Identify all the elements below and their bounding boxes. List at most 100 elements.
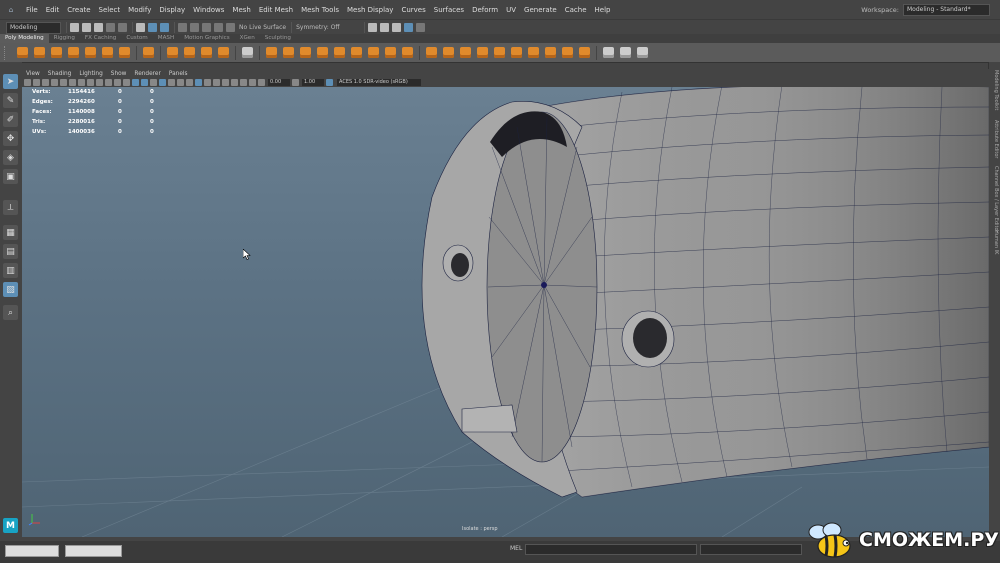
film-gate-icon[interactable]: [87, 79, 94, 86]
redo-icon[interactable]: [118, 23, 127, 32]
default-material-icon[interactable]: [150, 79, 157, 86]
tab-poly-modeling[interactable]: Poly Modeling: [0, 34, 49, 43]
multi-cut-icon[interactable]: [603, 47, 614, 58]
remesh-icon[interactable]: [368, 47, 379, 58]
snap-curve-icon[interactable]: [190, 23, 199, 32]
fill-hole-icon[interactable]: [402, 47, 413, 58]
viewport-menu-lighting[interactable]: Lighting: [75, 71, 106, 77]
menu-mesh-tools[interactable]: Mesh Tools: [297, 6, 343, 14]
boolean-icon[interactable]: [317, 47, 328, 58]
xray-joints-icon[interactable]: [213, 79, 220, 86]
retopo-icon[interactable]: [385, 47, 396, 58]
last-tool-icon[interactable]: ⟂: [3, 200, 18, 215]
uv-editor-icon[interactable]: [242, 47, 253, 58]
mel-label[interactable]: MEL: [510, 545, 522, 552]
menu-set-dropdown[interactable]: Modeling: [6, 21, 61, 34]
viewport-menu-renderer[interactable]: Renderer: [130, 71, 164, 77]
depth-of-field-icon[interactable]: [249, 79, 256, 86]
camera-attributes-icon[interactable]: [33, 79, 40, 86]
scale-tool-icon[interactable]: ▣: [3, 169, 18, 184]
ambient-occlusion-icon[interactable]: [222, 79, 229, 86]
menu-select[interactable]: Select: [95, 6, 125, 14]
grease-pencil-icon[interactable]: [69, 79, 76, 86]
extract-icon[interactable]: [562, 47, 573, 58]
poly-cylinder-icon[interactable]: [51, 47, 62, 58]
smooth-icon[interactable]: [300, 47, 311, 58]
menu-edit-mesh[interactable]: Edit Mesh: [255, 6, 297, 14]
motion-blur-icon[interactable]: [231, 79, 238, 86]
svg-icon[interactable]: [218, 47, 229, 58]
menu-uv[interactable]: UV: [502, 6, 520, 14]
wireframe-on-shaded-icon[interactable]: [159, 79, 166, 86]
resolution-gate-icon[interactable]: [96, 79, 103, 86]
two-view-icon[interactable]: ▥: [3, 263, 18, 278]
2d-pan-zoom-icon[interactable]: [60, 79, 67, 86]
new-scene-icon[interactable]: [70, 23, 79, 32]
select-by-hierarchy-icon[interactable]: [136, 23, 145, 32]
tab-fx-caching[interactable]: FX Caching: [80, 34, 121, 43]
xray-icon[interactable]: [204, 79, 211, 86]
tab-mash[interactable]: MASH: [153, 34, 179, 43]
exposure-field[interactable]: 0.00: [268, 79, 290, 86]
gate-mask-icon[interactable]: [105, 79, 112, 86]
tab-modeling-toolkit[interactable]: Modeling Toolkit: [990, 70, 999, 110]
viewport-menu-panels[interactable]: Panels: [165, 71, 192, 77]
select-camera-icon[interactable]: [24, 79, 31, 86]
home-icon[interactable]: ⌂: [4, 3, 18, 17]
viewport-menu-shading[interactable]: Shading: [44, 71, 76, 77]
live-surface-field[interactable]: No Live Surface: [239, 24, 286, 31]
snap-grid-icon[interactable]: [178, 23, 187, 32]
menu-edit[interactable]: Edit: [42, 6, 64, 14]
view-transform-dropdown[interactable]: ACES 1.0 SDR-video (sRGB): [337, 79, 421, 86]
four-view-icon[interactable]: ▤: [3, 244, 18, 259]
render-icon[interactable]: [367, 23, 377, 32]
tab-rigging[interactable]: Rigging: [49, 34, 80, 43]
minimized-window-2[interactable]: [65, 545, 122, 557]
snap-live-icon[interactable]: [226, 23, 235, 32]
smooth-shade-icon[interactable]: [141, 79, 148, 86]
textured-icon[interactable]: [168, 79, 175, 86]
open-scene-icon[interactable]: [82, 23, 91, 32]
menu-help[interactable]: Help: [591, 6, 615, 14]
menu-display[interactable]: Display: [155, 6, 189, 14]
extrude-icon[interactable]: [426, 47, 437, 58]
select-by-object-icon[interactable]: [148, 23, 157, 32]
menu-windows[interactable]: Windows: [189, 6, 228, 14]
tab-motion-graphics[interactable]: Motion Graphics: [179, 34, 234, 43]
rotate-tool-icon[interactable]: ◈: [3, 150, 18, 165]
isolate-select-icon[interactable]: [195, 79, 202, 86]
hypershade-icon[interactable]: [403, 23, 413, 32]
image-plane-icon[interactable]: [51, 79, 58, 86]
menu-deform[interactable]: Deform: [468, 6, 502, 14]
lights-icon[interactable]: [177, 79, 184, 86]
3d-viewport[interactable]: Verts: 1154416 0 0 Edges: 2294260 0 0 Fa…: [22, 87, 989, 537]
tab-channel-box[interactable]: Channel Box / Layer Editor: [990, 166, 999, 233]
select-tool-icon[interactable]: ➤: [3, 74, 18, 89]
poly-cone-icon[interactable]: [68, 47, 79, 58]
reduce-icon[interactable]: [351, 47, 362, 58]
gamma-field[interactable]: 1.00: [302, 79, 324, 86]
merge-icon[interactable]: [494, 47, 505, 58]
anti-alias-icon[interactable]: [240, 79, 247, 86]
menu-modify[interactable]: Modify: [124, 6, 155, 14]
snap-view-plane-icon[interactable]: [214, 23, 223, 32]
bridge-icon[interactable]: [443, 47, 454, 58]
mirror-icon[interactable]: [334, 47, 345, 58]
pause-icon[interactable]: [415, 23, 425, 32]
poly-plane-icon[interactable]: [102, 47, 113, 58]
ipr-render-icon[interactable]: [379, 23, 389, 32]
poke-icon[interactable]: [511, 47, 522, 58]
snap-point-icon[interactable]: [202, 23, 211, 32]
poly-sphere-icon[interactable]: [17, 47, 28, 58]
select-by-component-icon[interactable]: [160, 23, 169, 32]
sweep-mesh-icon[interactable]: [184, 47, 195, 58]
tab-sculpting[interactable]: Sculpting: [260, 34, 296, 43]
color-management-icon[interactable]: [326, 79, 333, 86]
menu-mesh-display[interactable]: Mesh Display: [343, 6, 397, 14]
edge-loop-icon[interactable]: [620, 47, 631, 58]
type-icon[interactable]: [201, 47, 212, 58]
platonic-solid-icon[interactable]: [143, 47, 154, 58]
search-icon[interactable]: ⌕: [3, 305, 18, 320]
menu-cache[interactable]: Cache: [561, 6, 591, 14]
tab-xgen[interactable]: XGen: [235, 34, 260, 43]
